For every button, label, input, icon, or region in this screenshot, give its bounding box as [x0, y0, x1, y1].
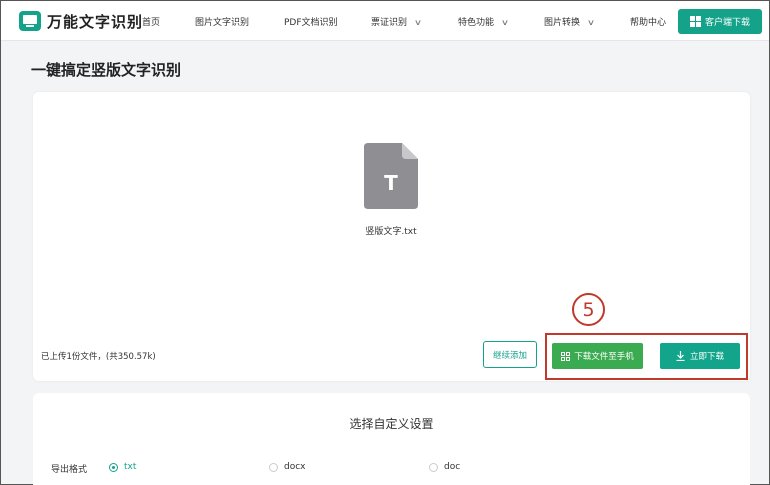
logo-icon[interactable] — [19, 11, 41, 31]
nav-image-convert-label: 图片转换 — [544, 18, 581, 28]
nav-features-label: 特色功能 — [458, 18, 495, 28]
nav-ticket-ocr[interactable]: 票证识别 ∨ — [371, 15, 423, 28]
client-download-button[interactable]: 客户端下载 — [678, 9, 762, 34]
client-download-label: 客户端下载 — [704, 18, 750, 28]
chevron-down-icon: ∨ — [586, 18, 596, 27]
windows-icon — [689, 16, 701, 27]
nav-image-convert[interactable]: 图片转换 ∨ — [544, 15, 596, 28]
download-now-label: 立即下载 — [689, 352, 724, 362]
radio-dot — [269, 462, 278, 472]
txt-file-icon: T — [364, 143, 418, 209]
download-icon — [676, 351, 685, 361]
chevron-down-icon: ∨ — [413, 18, 423, 27]
radio-dot — [429, 462, 438, 472]
nav-help[interactable]: 帮助中心 — [630, 15, 666, 28]
radio-dot — [109, 462, 118, 472]
logo-text[interactable]: 万能文字识别 — [47, 11, 143, 32]
download-to-phone-button[interactable]: 下载文件至手机 — [552, 343, 643, 369]
chevron-down-icon: ∨ — [500, 18, 510, 27]
nav-ticket-ocr-label: 票证识别 — [371, 18, 408, 28]
download-to-phone-label: 下载文件至手机 — [574, 352, 634, 362]
file-icon-letter: T — [384, 171, 398, 195]
format-label-txt: txt — [124, 462, 137, 472]
nav-features[interactable]: 特色功能 ∨ — [458, 15, 510, 28]
nav-pdf-ocr[interactable]: PDF文档识别 — [284, 15, 338, 28]
step-marker: 5 — [572, 293, 605, 326]
page-title: 一键搞定竖版文字识别 — [31, 61, 182, 79]
export-format-label: 导出格式 — [51, 465, 88, 475]
upload-info: 已上传1份文件，(共350.57k) — [41, 352, 156, 362]
settings-title: 选择自定义设置 — [349, 417, 434, 431]
settings-card: 选择自定义设置 导出格式 txt docx doc — [33, 393, 750, 485]
format-radio-doc[interactable]: doc — [429, 462, 460, 472]
continue-add-button[interactable]: 继续添加 — [483, 341, 537, 368]
nav-home[interactable]: 首页 — [142, 15, 160, 28]
file-name: 竖版文字.txt — [365, 227, 417, 237]
format-radio-txt[interactable]: txt — [109, 462, 136, 472]
format-radio-docx[interactable]: docx — [269, 462, 306, 472]
format-label-doc: doc — [444, 462, 461, 472]
nav-image-ocr[interactable]: 图片文字识别 — [195, 15, 249, 28]
format-label-docx: docx — [284, 462, 306, 472]
qr-code-icon — [561, 351, 571, 361]
top-header: 万能文字识别 首页 图片文字识别 PDF文档识别 票证识别 ∨ 特色功能 ∨ 图片转… — [1, 1, 769, 41]
download-now-button[interactable]: 立即下载 — [660, 343, 740, 369]
upload-card: T 竖版文字.txt 已上传1份文件，(共350.57k) 继续添加 下载文件至… — [33, 92, 750, 381]
